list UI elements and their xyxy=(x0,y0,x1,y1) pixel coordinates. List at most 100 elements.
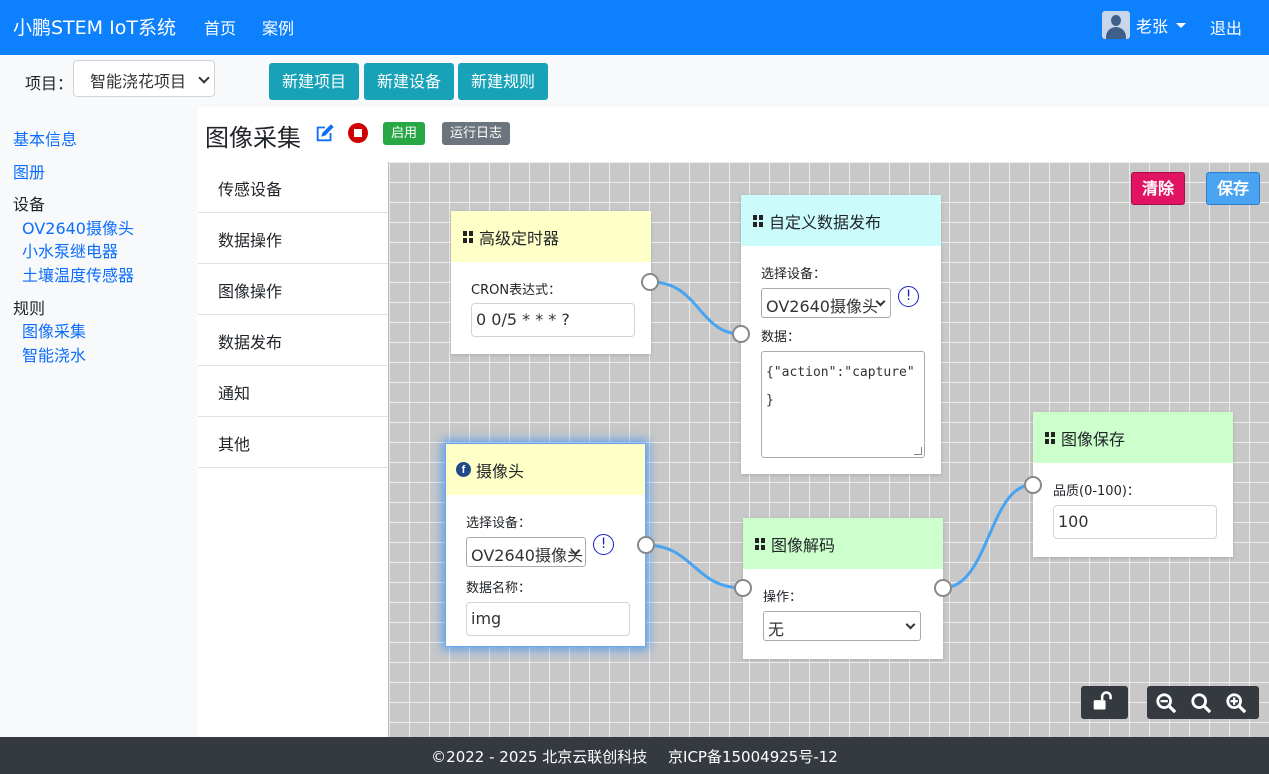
input-port[interactable] xyxy=(732,325,750,343)
sidebar-device-pump[interactable]: 小水泵继电器 xyxy=(22,238,118,262)
op-select[interactable]: 无 xyxy=(763,611,921,641)
connection-decode-save xyxy=(942,483,1033,590)
category-sensor[interactable]: 传感设备 xyxy=(198,162,388,213)
device-label: 选择设备： xyxy=(466,516,532,531)
new-rule-button[interactable]: 新建规则 xyxy=(458,63,548,100)
project-select[interactable]: 智能浇花项目 xyxy=(73,60,215,97)
sidebar-album[interactable]: 图册 xyxy=(13,159,45,183)
logout-link[interactable]: 退出 xyxy=(1210,15,1242,39)
resize-handle-icon[interactable] xyxy=(914,447,922,455)
sidebar-rule-capture[interactable]: 图像采集 xyxy=(22,318,86,342)
sidebar-device-camera[interactable]: OV2640摄像头 xyxy=(22,215,134,239)
node-category-panel: 传感设备 数据操作 图像操作 数据发布 通知 其他 xyxy=(198,162,388,737)
quality-input[interactable]: 100 xyxy=(1053,505,1217,539)
category-notify[interactable]: 通知 xyxy=(198,366,388,417)
status-badge[interactable]: 启用 xyxy=(383,122,426,145)
input-port[interactable] xyxy=(734,579,752,597)
node-image-save[interactable]: 图像保存 品质(0-100)： 100 xyxy=(1024,412,1233,557)
nav-cases-link[interactable]: 案例 xyxy=(262,15,294,39)
project-label: 项目： xyxy=(25,74,74,93)
cron-label: CRON表达式： xyxy=(471,283,562,298)
chevron-down-icon xyxy=(905,619,916,630)
input-port[interactable] xyxy=(1024,476,1042,494)
device-select[interactable]: OV2640摄像头 xyxy=(761,288,891,318)
top-navbar: 小鹏STEM IoT系统 首页 案例 老张 退出 xyxy=(0,0,1269,55)
lock-button[interactable] xyxy=(1081,686,1128,719)
page-title: 图像采集 xyxy=(205,124,301,152)
cron-input[interactable]: 0 0/5 * * * ? xyxy=(471,303,635,337)
node-title: 自定义数据发布 xyxy=(769,212,882,232)
node-decode-header[interactable]: 图像解码 xyxy=(743,518,943,569)
node-camera-header[interactable]: f 摄像头 xyxy=(446,444,645,495)
avatar xyxy=(1102,11,1130,39)
device-select-value: OV2640摄像头 xyxy=(766,297,878,316)
category-other[interactable]: 其他 xyxy=(198,417,388,468)
op-label: 操作： xyxy=(763,590,803,605)
chevron-down-icon xyxy=(198,72,210,84)
output-port[interactable] xyxy=(934,579,952,597)
node-image-save-header[interactable]: 图像保存 xyxy=(1033,412,1233,463)
device-select[interactable]: OV2640摄像头 xyxy=(466,537,586,567)
unlock-icon xyxy=(1093,691,1112,710)
chevron-down-icon xyxy=(1176,22,1187,28)
new-project-button[interactable]: 新建项目 xyxy=(269,63,359,100)
output-port[interactable] xyxy=(641,273,659,291)
name-label: 数据名称： xyxy=(466,581,532,596)
info-icon[interactable]: ! xyxy=(593,534,614,555)
sidebar-basic-info[interactable]: 基本信息 xyxy=(13,126,77,150)
node-timer-header[interactable]: 高级定时器 xyxy=(451,211,651,262)
node-type-icon xyxy=(1045,431,1055,444)
data-textarea-line: {"action":"capture" xyxy=(766,365,915,380)
rule-header: 图像采集 启用 运行日志 xyxy=(198,107,1269,162)
project-bar: 项目： 智能浇花项目 新建项目 新建设备 新建规则 xyxy=(0,55,1269,107)
zoom-controls xyxy=(1147,686,1259,719)
data-name-input[interactable]: img xyxy=(466,602,630,636)
category-publish[interactable]: 数据发布 xyxy=(198,315,388,366)
sidebar-devices-heading: 设备 xyxy=(13,195,46,214)
node-type-icon xyxy=(463,230,473,243)
node-timer[interactable]: 高级定时器 CRON表达式： 0 0/5 * * * ? xyxy=(451,211,659,354)
op-select-value: 无 xyxy=(768,620,785,639)
user-name: 老张 xyxy=(1136,17,1169,36)
sidebar-rule-watering[interactable]: 智能浇水 xyxy=(22,342,86,366)
node-camera[interactable]: f 摄像头 选择设备： OV2640摄像头 数据名称： img ! xyxy=(445,443,655,647)
node-title: 图像保存 xyxy=(1061,429,1126,449)
flow-canvas[interactable]: 清除 保存 高级定时器 CRON表达式： 0 0/5 * * * ? 自定义数据… xyxy=(388,162,1269,737)
edit-icon[interactable] xyxy=(314,122,336,144)
sidebar-device-soil[interactable]: 土壤温度传感器 xyxy=(22,262,134,286)
sidebar-rules-heading: 规则 xyxy=(13,299,46,318)
category-data-op[interactable]: 数据操作 xyxy=(198,213,388,264)
node-title: 高级定时器 xyxy=(479,228,560,248)
output-port[interactable] xyxy=(637,536,655,554)
data-textarea[interactable]: {"action":"capture" } xyxy=(761,351,925,458)
footer: ©2022 - 2025 北京云联创科技 京ICP备15004925号-12 xyxy=(0,737,1269,774)
footer-icp-link[interactable]: 京ICP备15004925号-12 xyxy=(668,748,838,766)
node-title: 摄像头 xyxy=(476,461,525,481)
new-device-button[interactable]: 新建设备 xyxy=(364,63,454,100)
nav-home-link[interactable]: 首页 xyxy=(204,15,236,39)
node-type-icon xyxy=(753,214,763,227)
project-select-value: 智能浇花项目 xyxy=(90,72,187,91)
footer-copyright: ©2022 - 2025 北京云联创科技 xyxy=(431,748,648,766)
quality-label: 品质(0-100)： xyxy=(1053,484,1140,499)
zoom-out-icon[interactable] xyxy=(1155,692,1177,714)
node-decode[interactable]: 图像解码 操作： 无 xyxy=(734,518,952,659)
zoom-in-icon[interactable] xyxy=(1225,692,1247,714)
zoom-reset-icon[interactable] xyxy=(1190,692,1212,714)
left-sidebar: 基本信息 图册 设备 OV2640摄像头 小水泵继电器 土壤温度传感器 规则 图… xyxy=(0,107,198,737)
node-title: 图像解码 xyxy=(771,535,836,555)
facebook-icon: f xyxy=(456,462,471,477)
category-image-op[interactable]: 图像操作 xyxy=(198,264,388,315)
info-icon[interactable]: ! xyxy=(898,286,919,307)
stop-icon[interactable] xyxy=(348,123,368,143)
device-label: 选择设备： xyxy=(761,267,827,282)
connection-camera-decode xyxy=(644,543,744,590)
device-select-value: OV2640摄像头 xyxy=(471,546,583,565)
data-label: 数据： xyxy=(761,330,801,345)
node-publish-header[interactable]: 自定义数据发布 xyxy=(741,195,941,246)
brand-logo[interactable]: 小鹏STEM IoT系统 xyxy=(13,13,176,40)
node-publish[interactable]: 自定义数据发布 选择设备： OV2640摄像头 数据： {"action":"c… xyxy=(732,195,941,474)
node-type-icon xyxy=(755,537,765,550)
log-badge[interactable]: 运行日志 xyxy=(442,122,511,145)
user-menu[interactable]: 老张 xyxy=(1102,10,1187,40)
